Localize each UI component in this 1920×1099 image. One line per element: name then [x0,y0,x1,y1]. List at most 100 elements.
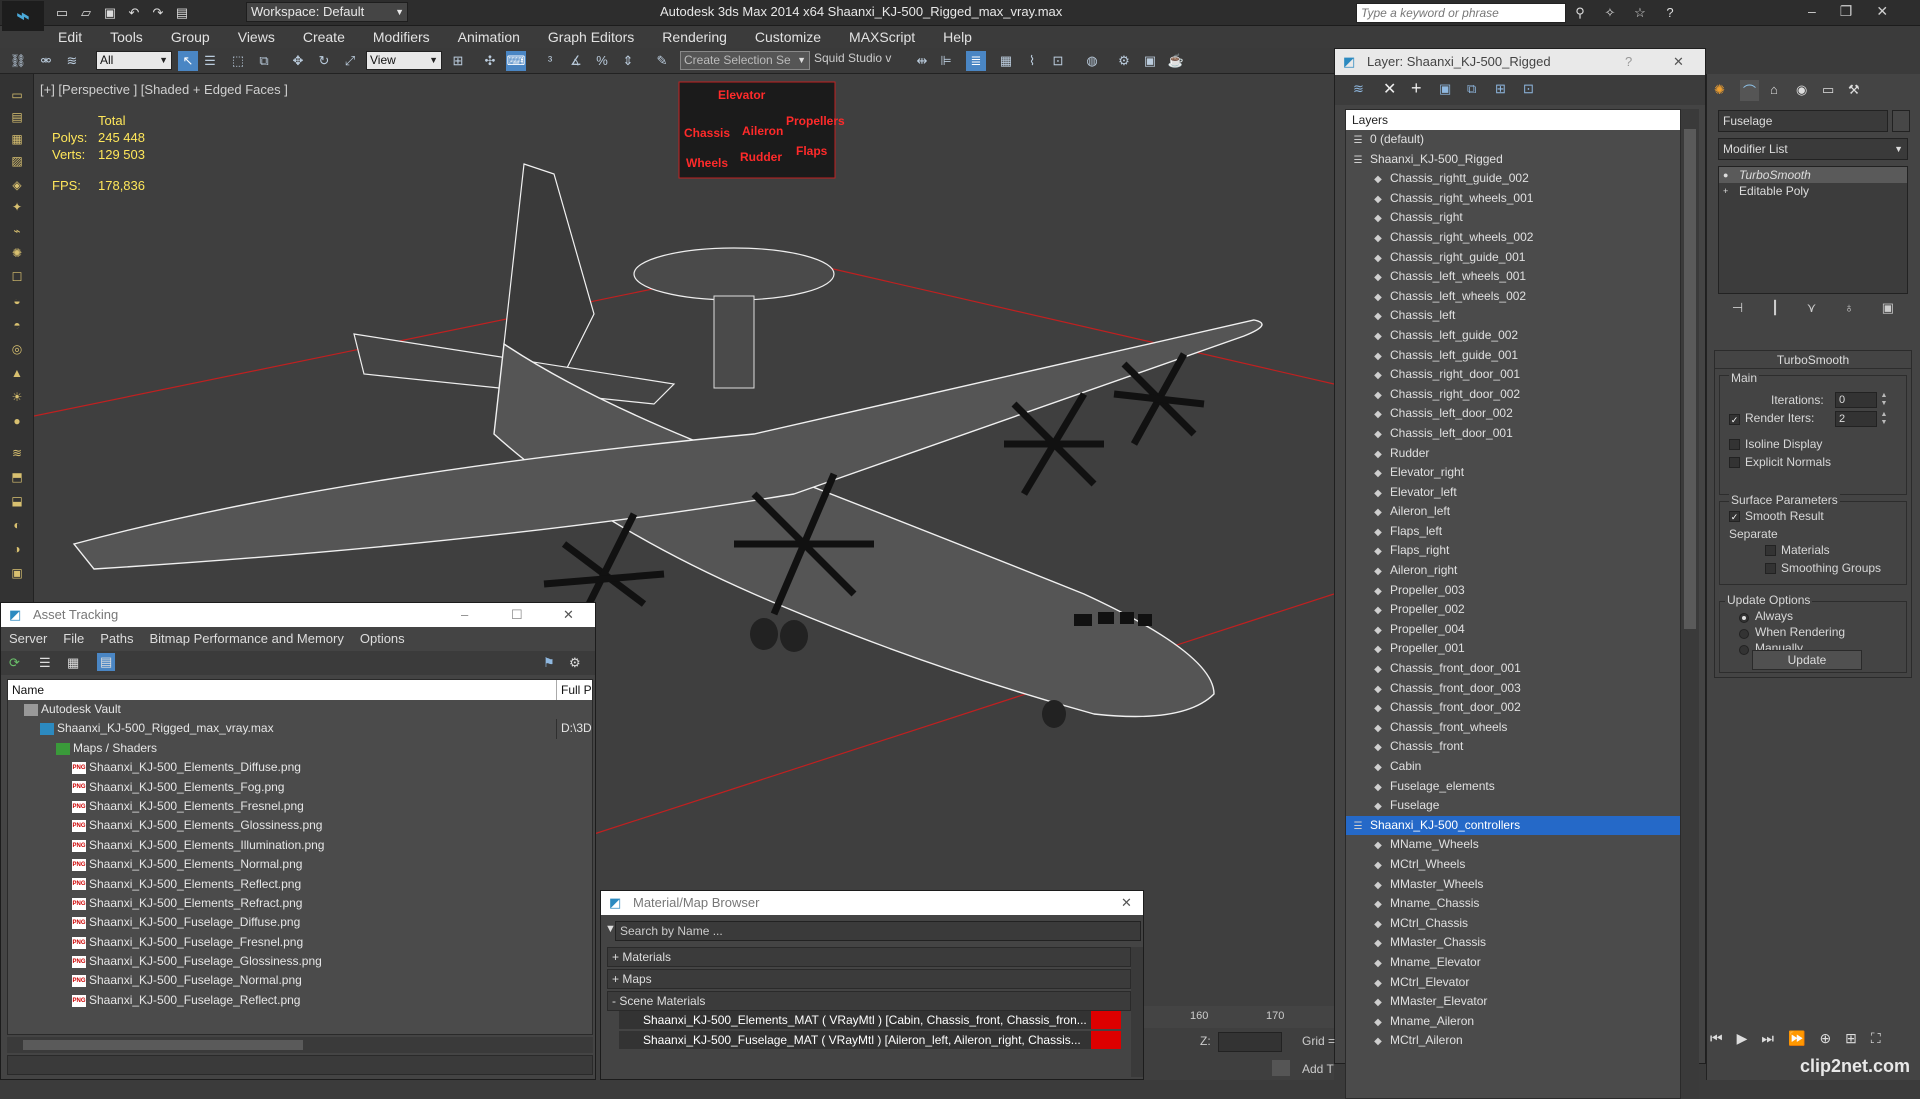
strip-tool-5-icon[interactable]: ◈ [7,178,27,196]
render-iters-spinner[interactable]: 2 [1835,411,1877,427]
layer-row[interactable]: ◆ MCtrl_Elevator [1346,973,1680,993]
material-scrollbar[interactable] [1131,947,1143,1077]
layer-row[interactable]: ☰ Shaanxi_KJ-500_Rigged [1346,150,1680,170]
strip-tool-7-icon[interactable]: ⌁ [7,224,27,242]
modify-tab-icon[interactable]: ⌒ [1740,80,1760,101]
menu-views[interactable]: Views [224,26,289,48]
layer-row[interactable]: ◆ Fuselage [1346,796,1680,816]
render-iters-checkbox[interactable]: ✓ [1729,414,1740,425]
layer-row[interactable]: ◆ Chassis_left_guide_001 [1346,346,1680,366]
layer-row[interactable]: ◆ MName_Wheels [1346,835,1680,855]
layer-row[interactable]: ◆ Chassis_rightt_guide_002 [1346,169,1680,189]
iterations-spinner-arrows[interactable]: ▲ ▼ [1879,392,1889,408]
strip-tool-13-icon[interactable]: ▲ [7,366,27,384]
open-file-icon[interactable]: ▱ [76,3,96,23]
layer-row[interactable]: ◆ Chassis_right [1346,208,1680,228]
asset-hscroll-thumb[interactable] [23,1040,303,1050]
material-editor-icon[interactable]: ◍ [1082,51,1102,71]
list-view-icon[interactable]: ☰ [39,655,51,671]
smooth-result-checkbox[interactable]: ✓ [1729,511,1740,522]
asset-menu-paths[interactable]: Paths [92,629,141,649]
save-icon[interactable]: ▣ [100,3,120,23]
help-asset-icon[interactable]: ⚑ [543,655,555,671]
time-tag-icon[interactable] [1272,1060,1290,1076]
strip-tool-3-icon[interactable]: ▦ [7,132,27,150]
layer-row[interactable]: ◆ Chassis_right_wheels_001 [1346,189,1680,209]
asset-maximize-icon[interactable]: ☐ [511,603,523,627]
expand-icon[interactable]: + [1723,183,1728,199]
manually-radio[interactable] [1739,645,1749,655]
layer-row[interactable]: ◆ Aileron_right [1346,561,1680,581]
asset-horizontal-scrollbar[interactable] [7,1037,593,1053]
layer-row[interactable]: ◆ Propeller_001 [1346,639,1680,659]
layer-row[interactable]: ◆ Propeller_003 [1346,581,1680,601]
help-icon[interactable]: ? [1660,3,1680,23]
layer-row[interactable]: ◆ Flaps_left [1346,522,1680,542]
strip-tool-17-icon[interactable]: ⬒ [7,470,27,488]
rendered-frame-icon[interactable]: ▣ [1140,51,1160,71]
asset-row[interactable]: PNG Shaanxi_KJ-500_Fuselage_Glossiness.pn… [8,952,592,971]
bulb-icon[interactable]: ● [1723,167,1728,183]
menu-create[interactable]: Create [289,26,359,48]
app-menu-button[interactable]: ⌁ [2,1,44,31]
create-tab-icon[interactable]: ✺ [1714,82,1725,98]
project-folder-icon[interactable]: ▤ [172,3,192,23]
unlink-icon[interactable]: ⚮ [36,51,56,71]
pivot-center-icon[interactable]: ⊞ [448,51,468,71]
explicit-normals-checkbox[interactable] [1729,457,1740,468]
layer-row[interactable]: ◆ Chassis_left_door_001 [1346,424,1680,444]
layer-scroll-thumb[interactable] [1684,129,1696,629]
maps-section[interactable]: + Maps [607,969,1131,989]
layer-create-icon[interactable]: + [1411,78,1422,99]
material-row-fuselage[interactable]: Shaanxi_KJ-500_Fuselage_MAT ( VRayMtl ) … [619,1031,1121,1049]
layer-row[interactable]: ◆ Chassis_front_wheels [1346,718,1680,738]
asset-row[interactable]: Maps / Shaders [8,739,592,758]
play-icon[interactable]: ▶ [1737,1030,1748,1047]
menu-rendering[interactable]: Rendering [648,26,741,48]
stack-item-editable-poly[interactable]: + Editable Poly [1719,183,1907,199]
strip-tool-10-icon[interactable]: ◒ [7,294,27,312]
scene-materials-section[interactable]: - Scene Materials [607,991,1131,1011]
select-by-name-icon[interactable]: ☰ [200,51,220,71]
layer-row[interactable]: ◆ Chassis_left_door_002 [1346,404,1680,424]
always-radio[interactable] [1739,613,1749,623]
menu-modifiers[interactable]: Modifiers [359,26,444,48]
asset-row[interactable]: PNG Shaanxi_KJ-500_Elements_Fresnel.png [8,797,592,816]
strip-tool-8-icon[interactable]: ✺ [7,246,27,264]
menu-customize[interactable]: Customize [741,26,835,48]
layer-add-selected-icon[interactable]: ▣ [1439,81,1451,97]
move-icon[interactable]: ✥ [288,51,308,71]
binoculars-icon[interactable]: ⚲ [1570,3,1590,23]
layer-row[interactable]: ◆ MMaster_Chassis [1346,933,1680,953]
maximize-viewport-icon[interactable]: ⛶ [1871,1030,1881,1047]
layer-row[interactable]: ◆ Chassis_front [1346,737,1680,757]
asset-row[interactable]: PNG Shaanxi_KJ-500_Elements_Illumination.… [8,836,592,855]
isoline-checkbox[interactable] [1729,439,1740,450]
material-search-input[interactable]: Search by Name ... [615,921,1141,941]
render-iters-spinner-arrows[interactable]: ▲ ▼ [1879,411,1889,427]
reference-coord-dropdown[interactable]: View ▼ [366,51,442,70]
layer-row[interactable]: ☰ Shaanxi_KJ-500_controllers [1346,815,1680,836]
asset-menu-options[interactable]: Options [352,629,413,649]
close-window-icon[interactable]: ✕ [1876,3,1888,20]
layer-row[interactable]: ◆ MMaster_Wheels [1346,875,1680,895]
turbosmooth-rollout-title[interactable]: TurboSmooth [1715,351,1911,369]
layer-row[interactable]: ◆ Chassis_left_guide_002 [1346,326,1680,346]
strip-tool-2-icon[interactable]: ▤ [7,110,27,128]
edit-named-selection-icon[interactable]: ✎ [652,51,672,71]
asset-row[interactable]: PNG Shaanxi_KJ-500_Elements_Normal.png [8,855,592,874]
layer-scrollbar[interactable] [1681,109,1699,1099]
update-button[interactable]: Update [1752,650,1862,670]
strip-tool-14-icon[interactable]: ☀ [7,390,27,408]
stack-item-turbosmooth[interactable]: ● TurboSmooth [1719,167,1907,183]
spinner-snap-icon[interactable]: ⇕ [618,51,638,71]
smoothing-groups-checkbox[interactable] [1765,563,1776,574]
strip-tool-4-icon[interactable]: ▨ [7,154,27,172]
add-time-tag[interactable]: Add T [1302,1062,1334,1076]
zoom-all-icon[interactable]: ⊞ [1845,1030,1857,1047]
layer-delete-icon[interactable]: ✕ [1383,79,1396,99]
table-view-icon[interactable]: ▤ [97,653,116,671]
materials-checkbox[interactable] [1765,545,1776,556]
layer-row[interactable]: ◆ Chassis_left [1346,306,1680,326]
menu-animation[interactable]: Animation [444,26,534,48]
